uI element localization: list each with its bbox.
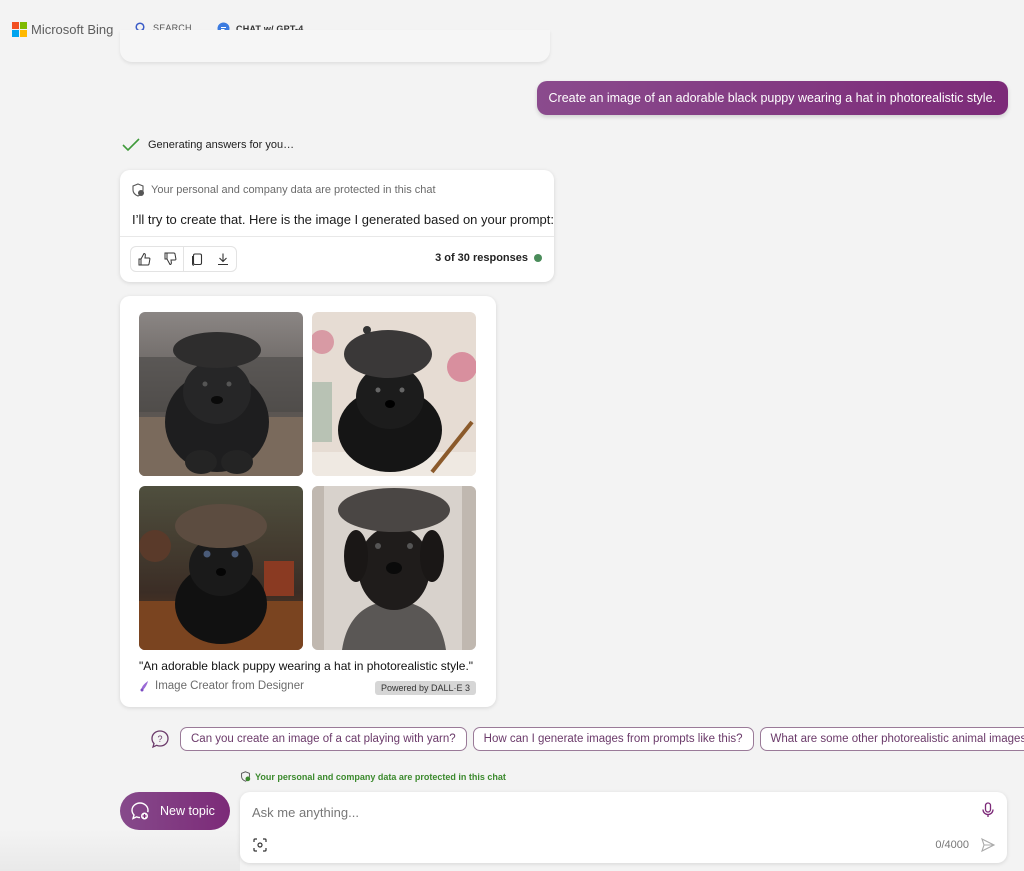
response-count-text: 3 of 30 responses [435, 252, 528, 264]
send-icon [981, 837, 996, 853]
shield-check-icon [241, 771, 251, 782]
generated-image-1[interactable] [139, 312, 303, 476]
footer-privacy-notice: Your personal and company data are prote… [240, 771, 506, 782]
status-dot [534, 254, 542, 262]
suggestion-chip[interactable]: Can you create an image of a cat playing… [180, 727, 467, 751]
response-actions [130, 246, 237, 272]
visual-search-button[interactable] [253, 838, 267, 857]
suggestion-chip[interactable]: What are some other photorealistic anima… [759, 727, 1024, 751]
dislike-button[interactable] [157, 247, 183, 271]
new-topic-label: New topic [160, 804, 215, 818]
bing-logo[interactable]: Microsoft Bing [12, 22, 113, 37]
brand-name: Microsoft Bing [31, 22, 114, 37]
microphone-icon [982, 802, 994, 817]
image-placeholder [312, 486, 476, 650]
image-placeholder [139, 312, 303, 476]
generation-status: Generating answers for you… [122, 138, 294, 152]
new-topic-button[interactable]: New topic [120, 792, 230, 830]
image-result-card: "An adorable black puppy wearing a hat i… [120, 296, 496, 707]
generated-image-2[interactable] [312, 312, 476, 476]
status-text: Generating answers for you… [148, 139, 295, 151]
new-chat-icon [131, 802, 149, 820]
thumbs-up-icon [138, 252, 151, 266]
divider [120, 236, 554, 237]
send-button[interactable] [980, 837, 996, 858]
suggestion-chip[interactable]: How can I generate images from prompts l… [472, 727, 754, 751]
microsoft-logo-icon [12, 22, 27, 37]
image-creator-link[interactable]: Image Creator from Designer [139, 680, 304, 692]
bottom-fade [0, 830, 240, 871]
copy-button[interactable] [184, 247, 210, 271]
download-icon [218, 253, 228, 266]
chat-input[interactable] [252, 802, 952, 822]
visual-search-icon [253, 838, 267, 852]
svg-text:?: ? [157, 734, 162, 744]
response-card: Your personal and company data are prote… [120, 170, 554, 282]
image-placeholder [139, 486, 303, 650]
question-bubble-icon: ? [151, 730, 169, 749]
user-message: Create an image of an adorable black pup… [536, 81, 1008, 115]
suggestions-row: ? Can you create an image of a cat playi… [150, 727, 1024, 751]
privacy-notice: Your personal and company data are prote… [131, 183, 436, 197]
footer-privacy-text: Your personal and company data are prote… [255, 771, 506, 782]
privacy-text: Your personal and company data are prote… [151, 184, 436, 196]
designer-icon [140, 681, 148, 692]
powered-by-badge: Powered by DALL·E 3 [374, 681, 476, 695]
thumbs-down-icon [164, 252, 177, 266]
like-button[interactable] [131, 247, 157, 271]
image-placeholder [312, 312, 476, 476]
creator-text: Image Creator from Designer [155, 680, 304, 692]
character-counter: 0/4000 [935, 839, 969, 851]
response-text: I’ll try to create that. Here is the ima… [132, 212, 554, 227]
shield-check-icon [132, 183, 144, 197]
image-grid [139, 312, 476, 650]
image-caption: "An adorable black puppy wearing a hat i… [139, 659, 474, 673]
generated-image-3[interactable] [139, 486, 303, 650]
microphone-button[interactable] [981, 802, 995, 823]
copy-icon [192, 253, 203, 266]
checkmark-icon [122, 138, 140, 152]
generated-image-4[interactable] [312, 486, 476, 650]
previous-message-card [120, 30, 550, 62]
response-counter: 3 of 30 responses [435, 252, 542, 264]
export-button[interactable] [210, 247, 236, 271]
chat-input-box: 0/4000 [240, 792, 1007, 863]
